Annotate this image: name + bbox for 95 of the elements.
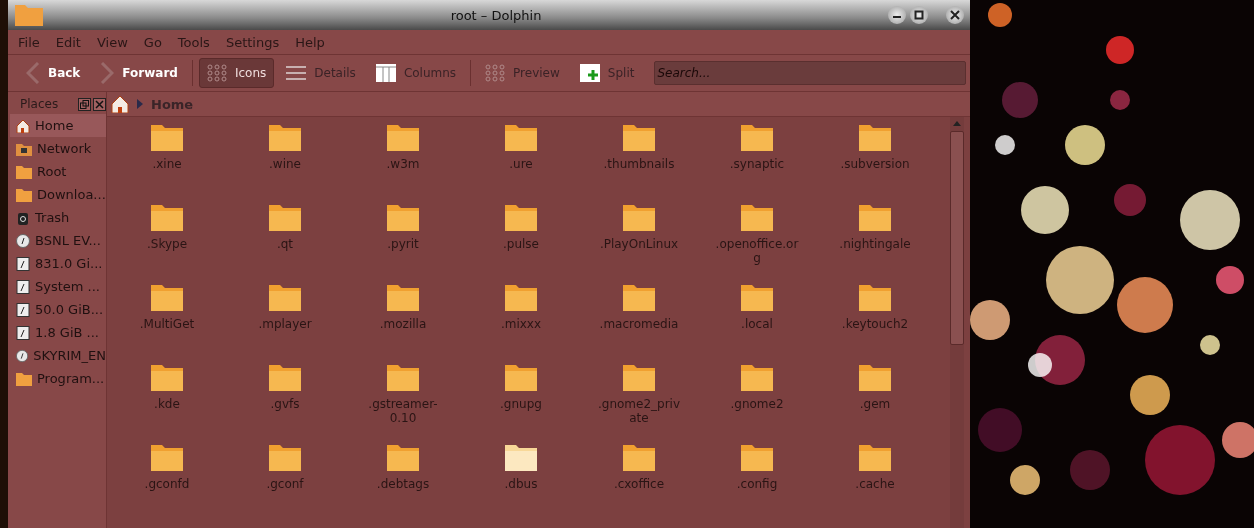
drive-icon (16, 302, 30, 317)
folder-item[interactable]: .kde (108, 363, 226, 443)
folder-item[interactable]: .nightingale (816, 203, 934, 283)
folder-icon (16, 187, 32, 202)
chevron-icon (137, 99, 143, 109)
menu-item[interactable]: Go (143, 34, 162, 50)
places-item[interactable]: 831.0 Gi... (10, 252, 106, 275)
folder-item[interactable]: .PlayOnLinux (580, 203, 698, 283)
network-folder-icon (16, 141, 32, 156)
dot-grid-icon (206, 64, 227, 82)
folder-item[interactable]: .gconf (226, 443, 344, 523)
places-item[interactable]: Network (10, 137, 106, 160)
close-button[interactable] (946, 6, 964, 24)
folder-item[interactable]: .mozilla (344, 283, 462, 363)
scrollbar[interactable] (950, 117, 964, 528)
places-item[interactable]: BSNL EV... (10, 229, 106, 252)
drive-icon (16, 279, 30, 294)
forward-button[interactable]: Forward (92, 58, 186, 88)
list-icon (286, 64, 307, 82)
folder-item[interactable]: .openoffice.org (698, 203, 816, 283)
close-icon (950, 10, 960, 20)
places-item[interactable]: Home (10, 114, 106, 137)
drive-icon (16, 256, 30, 271)
detach-icon (80, 99, 89, 109)
folder-item[interactable]: .gconfd (108, 443, 226, 523)
folder-item[interactable]: .cxoffice (580, 443, 698, 523)
columns-icon (375, 64, 396, 82)
split-icon (579, 64, 600, 82)
detach-button[interactable] (78, 97, 91, 111)
icons-button[interactable]: Icons (198, 58, 275, 88)
dot-grid-icon (485, 64, 506, 82)
folder-item[interactable]: .debtags (344, 443, 462, 523)
folder-item[interactable]: .mixxx (462, 283, 580, 363)
folder-item[interactable]: .keytouch2 (816, 283, 934, 363)
folder-item[interactable]: .MultiGet (108, 283, 226, 363)
folder-item[interactable]: .gvfs (226, 363, 344, 443)
folder-item[interactable]: .wine (226, 123, 344, 203)
menu-item[interactable]: Tools (177, 34, 210, 50)
folder-icon (16, 371, 32, 386)
folder-item[interactable]: .xine (108, 123, 226, 203)
search-field[interactable]: Search... (654, 61, 966, 85)
folder-item[interactable]: .mplayer (226, 283, 344, 363)
folder-item[interactable]: .ure (462, 123, 580, 203)
panel-title: Places (20, 97, 60, 111)
folder-item[interactable]: .macromedia (580, 283, 698, 363)
columns-button[interactable]: Columns (367, 58, 465, 88)
places-item[interactable]: Trash (10, 206, 106, 229)
window-title: root – Dolphin (449, 7, 543, 23)
folder-item[interactable]: .qt (226, 203, 344, 283)
minimize-button[interactable] (888, 6, 906, 24)
scrollbar-thumb[interactable] (950, 131, 964, 345)
folder-item[interactable]: .gnome2 (698, 363, 816, 443)
preview-button[interactable]: Preview (477, 58, 568, 88)
home-icon (16, 118, 30, 133)
home-icon[interactable] (111, 95, 129, 113)
folder-item[interactable]: .pulse (462, 203, 580, 283)
places-item[interactable]: SKYRIM_EN (10, 344, 106, 367)
folder-item[interactable]: .gnome2_private (580, 363, 698, 443)
places-item[interactable]: Program... (10, 367, 106, 390)
disc-icon (16, 348, 29, 363)
folder-item[interactable]: .Skype (108, 203, 226, 283)
places-item[interactable]: System ... (10, 275, 106, 298)
disc-icon (16, 233, 30, 248)
maximize-icon (914, 10, 924, 20)
places-item[interactable]: 50.0 GiB... (10, 298, 106, 321)
close-icon (95, 99, 104, 109)
places-item[interactable]: Root (10, 160, 106, 183)
folder-item[interactable]: .synaptic (698, 123, 816, 203)
folder-item[interactable]: .gnupg (462, 363, 580, 443)
folder-icon (14, 3, 44, 27)
folder-item[interactable]: .cache (816, 443, 934, 523)
folder-item[interactable]: .pyrit (344, 203, 462, 283)
drive-icon (16, 325, 30, 340)
folder-icon (16, 164, 32, 179)
folder-item[interactable]: .gem (816, 363, 934, 443)
folder-item[interactable]: .gstreamer-0.10 (344, 363, 462, 443)
menu-item[interactable]: View (96, 34, 128, 50)
maximize-button[interactable] (910, 6, 928, 24)
breadcrumb-item[interactable]: Home (151, 96, 194, 112)
folder-item[interactable]: .w3m (344, 123, 462, 203)
details-button[interactable]: Details (278, 58, 364, 88)
folder-item[interactable]: .local (698, 283, 816, 363)
folder-item[interactable]: .thumbnails (580, 123, 698, 203)
trash-icon (16, 210, 30, 225)
folder-item[interactable]: .dbus (462, 443, 580, 523)
folder-item[interactable]: .subversion (816, 123, 934, 203)
menu-item[interactable]: Edit (55, 34, 81, 50)
folder-item[interactable]: .config (698, 443, 816, 523)
split-button[interactable]: Split (571, 58, 643, 88)
menu-item[interactable]: Settings (225, 34, 280, 50)
menu-item[interactable]: Help (295, 34, 325, 50)
menu-item[interactable]: File (18, 34, 40, 50)
places-item[interactable]: Downloa... (10, 183, 106, 206)
back-button[interactable]: Back (18, 58, 89, 88)
places-item[interactable]: 1.8 GiB ... (10, 321, 106, 344)
